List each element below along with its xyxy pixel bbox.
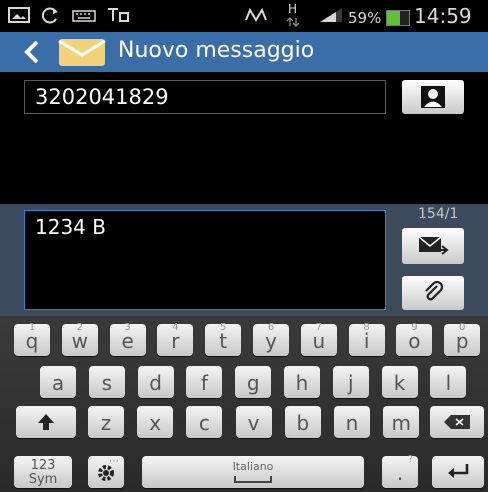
key-label: s [101,371,112,395]
period-key[interactable]: ? . [382,454,418,488]
key-a[interactable]: a [40,366,76,398]
clock: 14:59 [414,4,472,28]
battery-icon [386,10,410,26]
shift-icon [38,414,54,430]
send-icon [418,236,449,255]
key-i[interactable]: 8i [348,322,385,356]
key-b[interactable]: b [284,406,321,438]
key-label: e [121,329,134,353]
key-label: h [295,371,309,395]
enter-icon [448,464,469,478]
paperclip-icon [425,281,444,301]
enter-key[interactable] [432,456,484,488]
back-icon[interactable] [20,36,44,68]
key-n[interactable]: n [334,406,370,438]
key-label: i [363,329,370,353]
key-m[interactable]: m [383,406,420,438]
signal-icon [320,8,342,22]
contacts-button[interactable] [402,80,464,114]
key-label: c [198,411,210,435]
key-label: n [345,411,359,435]
key-o[interactable]: 9o [396,322,433,356]
key-s[interactable]: s [88,366,125,398]
key-label: t [219,329,228,353]
key-g[interactable]: g [235,366,272,398]
key-label: j [348,371,354,395]
key-label: z [100,411,112,435]
key-label: x [149,411,162,435]
key-l[interactable]: l [430,366,467,398]
data-transfer-icon [108,8,129,22]
image-icon [8,7,30,23]
recipient-input[interactable]: 3202041829 [24,80,386,114]
nfc-icon [245,7,267,22]
symbols-key[interactable]: 123 Sym [14,456,72,488]
key-label: g [246,371,260,395]
key-x[interactable]: x [137,406,174,438]
key-label: k [393,371,406,395]
symbols-key-bottom-label: Sym [28,472,58,487]
backspace-icon [444,415,470,429]
period-key-label: . [396,461,404,485]
key-h[interactable]: h [284,366,320,398]
key-label: v [247,411,260,435]
key-u[interactable]: 7u [300,322,337,356]
action-bar: Nuovo messaggio [0,32,488,72]
keyboard: 1q 2w 3e 4r 5t 6y 7u 8i 9o 0p a s d f g h j k l z x c v b n m 1… [0,316,488,492]
key-q[interactable]: 1q [14,322,50,356]
message-input[interactable]: 1234 B [24,210,386,310]
conversation-area [0,120,488,204]
data-arrows-icon [286,17,300,27]
network-type-label: H [288,2,298,16]
key-f[interactable]: f [186,366,223,398]
key-r[interactable]: 4r [157,322,194,356]
page-title: Nuovo messaggio [118,38,315,63]
gear-icon [98,465,114,481]
key-y[interactable]: 6y [253,322,289,356]
key-label: p [455,329,469,353]
space-key-language-label: Italiano [232,460,274,473]
key-label: u [312,329,326,353]
key-j[interactable]: j [332,366,369,398]
key-k[interactable]: k [381,366,418,398]
key-label: b [296,411,310,435]
key-w[interactable]: 2w [61,322,98,356]
attach-button[interactable] [402,276,464,310]
backspace-key[interactable] [430,406,484,438]
key-label: y [265,329,277,353]
send-button[interactable] [402,228,464,264]
key-v[interactable]: v [235,406,272,438]
char-counter: 154/1 [418,206,459,222]
key-d[interactable]: d [137,366,174,398]
key-p[interactable]: 0p [444,322,481,356]
key-e[interactable]: 3e [109,322,146,356]
key-z[interactable]: z [88,406,124,438]
space-key[interactable]: Italiano [142,456,364,488]
battery-fill [387,11,400,25]
settings-key[interactable]: ⋯ [88,456,124,488]
key-label: m [391,411,411,435]
key-label: r [171,329,180,353]
key-label: a [51,371,65,395]
key-label: q [25,329,39,353]
key-label: f [200,371,208,395]
status-bar: H 59% 14:59 [0,0,488,32]
messaging-app-icon [58,39,106,66]
key-t[interactable]: 5t [205,322,242,356]
key-label: l [445,371,452,395]
key-label: w [71,329,88,353]
shift-key[interactable] [16,406,76,438]
key-label: o [408,329,421,353]
contact-icon [421,86,445,108]
symbols-key-top-label: 123 [30,458,56,473]
key-label: d [149,371,162,395]
sync-icon [42,7,58,24]
space-bar-icon [234,476,272,483]
battery-percent: 59% [348,9,382,27]
keyboard-icon [72,10,96,22]
key-c[interactable]: c [186,406,223,438]
